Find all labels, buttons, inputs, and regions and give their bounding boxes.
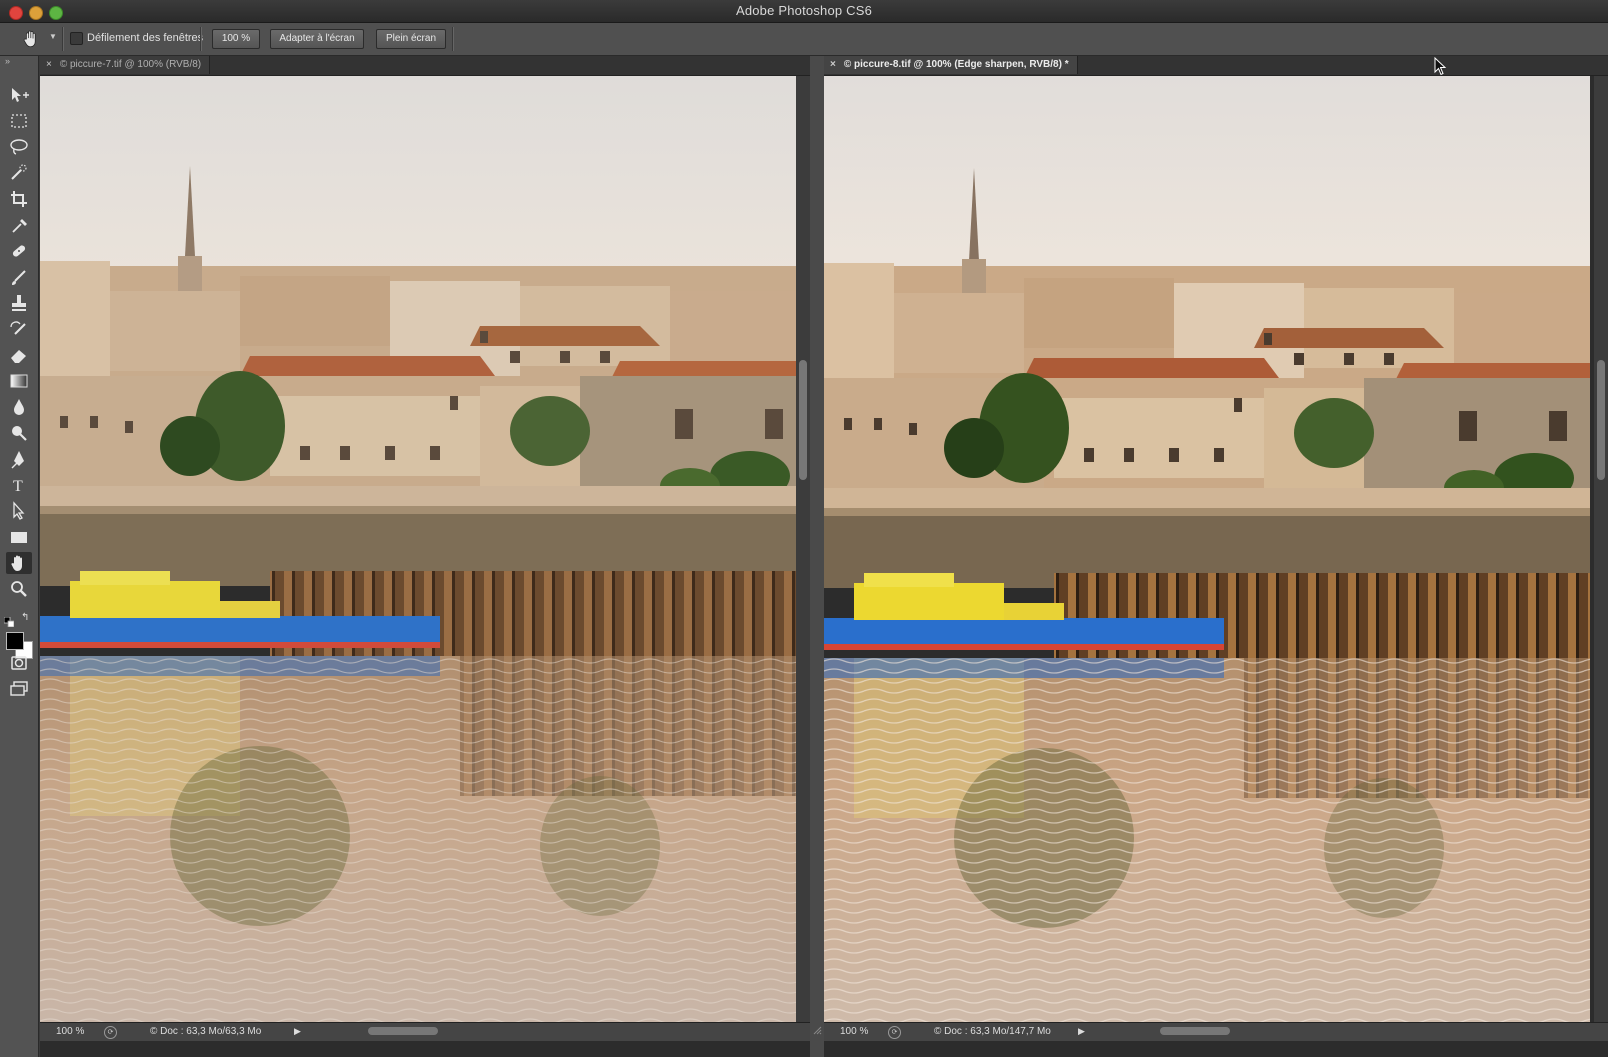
close-tab-icon[interactable]: × [830,59,836,70]
zoom-level-field[interactable]: 100 % [56,1026,84,1037]
close-tab-icon[interactable]: × [46,59,52,70]
vertical-scrollbar[interactable] [796,76,810,1022]
swap-colors-icon[interactable]: ↰ [21,612,29,623]
type-tool-icon[interactable]: T [6,474,32,496]
image-canvas[interactable] [40,76,806,1022]
status-bar: 100 % ⟳ © Doc : 63,3 Mo/63,3 Mo ▶ [40,1022,810,1041]
mouse-cursor-icon [1434,56,1448,77]
path-select-tool-icon[interactable] [6,500,32,522]
vertical-scrollbar[interactable] [1594,76,1608,1022]
clone-stamp-tool-icon[interactable] [6,292,32,314]
horizontal-scroll-thumb[interactable] [1160,1027,1230,1035]
screen-mode-icon[interactable] [6,678,32,700]
fit-screen-button[interactable]: Adapter à l'écran [270,29,364,49]
vertical-scroll-thumb[interactable] [799,360,807,480]
image-canvas[interactable] [824,76,1590,1022]
gradient-tool-icon[interactable] [6,370,32,392]
move-tool-icon[interactable] [6,84,32,106]
marquee-tool-icon[interactable] [6,110,32,132]
document-tab-label: © piccure-8.tif @ 100% (Edge sharpen, RV… [843,59,1069,70]
separator [200,27,202,51]
tools-panel: » T ↰ [0,56,39,1057]
history-brush-tool-icon[interactable] [6,318,32,340]
svg-text:T: T [13,478,23,495]
actual-pixels-button[interactable]: 100 % [212,29,260,49]
default-colors-icon[interactable] [3,614,15,628]
eyedropper-tool-icon[interactable] [6,214,32,236]
document-window-2: × © piccure-8.tif @ 100% (Edge sharpen, R… [824,56,1608,1057]
fill-screen-button[interactable]: Plein écran [376,29,446,49]
dodge-tool-icon[interactable] [6,422,32,444]
separator [452,27,454,51]
vertical-scroll-thumb[interactable] [1597,360,1605,480]
app-title: Adobe Photoshop CS6 [735,3,873,18]
scroll-all-windows-label: Défilement des fenêtres [87,32,204,44]
document-size-info: © Doc : 63,3 Mo/147,7 Mo [934,1026,1051,1037]
brush-tool-icon[interactable] [6,266,32,288]
proof-setup-icon[interactable]: ⟳ [104,1026,117,1039]
status-bar: 100 % ⟳ © Doc : 63,3 Mo/147,7 Mo ▶ [824,1022,1608,1041]
foreground-color-swatch[interactable] [6,632,24,650]
collapse-panel-icon[interactable]: » [5,56,10,66]
zoom-tool-icon[interactable] [6,578,32,600]
pane-divider [810,56,824,1057]
eraser-tool-icon[interactable] [6,344,32,366]
resize-grip-icon[interactable] [812,1022,822,1035]
document-tab-1[interactable]: × © piccure-7.tif @ 100% (RVB/8) [40,56,211,74]
zoom-level-field[interactable]: 100 % [840,1026,868,1037]
pen-tool-icon[interactable] [6,448,32,470]
scroll-all-windows-checkbox[interactable] [70,32,83,45]
document-tab-2[interactable]: × © piccure-8.tif @ 100% (Edge sharpen, R… [824,56,1078,74]
document-window-1: × © piccure-7.tif @ 100% (RVB/8) 100 % ⟳… [40,56,810,1057]
lasso-tool-icon[interactable] [6,136,32,158]
options-bar: ▼ Défilement des fenêtres 100 % Adapter … [0,23,1608,56]
hand-tool-icon[interactable] [6,552,32,574]
quick-select-tool-icon[interactable] [6,162,32,184]
crop-tool-icon[interactable] [6,188,32,210]
blur-tool-icon[interactable] [6,396,32,418]
document-tab-label: © piccure-7.tif @ 100% (RVB/8) [59,59,202,70]
separator [62,27,64,51]
healing-brush-tool-icon[interactable] [6,240,32,262]
quick-mask-icon[interactable] [6,652,32,674]
status-menu-arrow-icon[interactable]: ▶ [1078,1026,1085,1037]
proof-setup-icon[interactable]: ⟳ [888,1026,901,1039]
horizontal-scroll-thumb[interactable] [368,1027,438,1035]
rectangle-tool-icon[interactable] [6,526,32,548]
tool-preset-dropdown-icon[interactable]: ▼ [49,32,57,41]
title-bar: Adobe Photoshop CS6 [0,0,1608,23]
document-size-info: © Doc : 63,3 Mo/63,3 Mo [150,1026,262,1037]
hand-tool-preset-icon[interactable] [20,28,42,50]
status-menu-arrow-icon[interactable]: ▶ [294,1026,301,1037]
